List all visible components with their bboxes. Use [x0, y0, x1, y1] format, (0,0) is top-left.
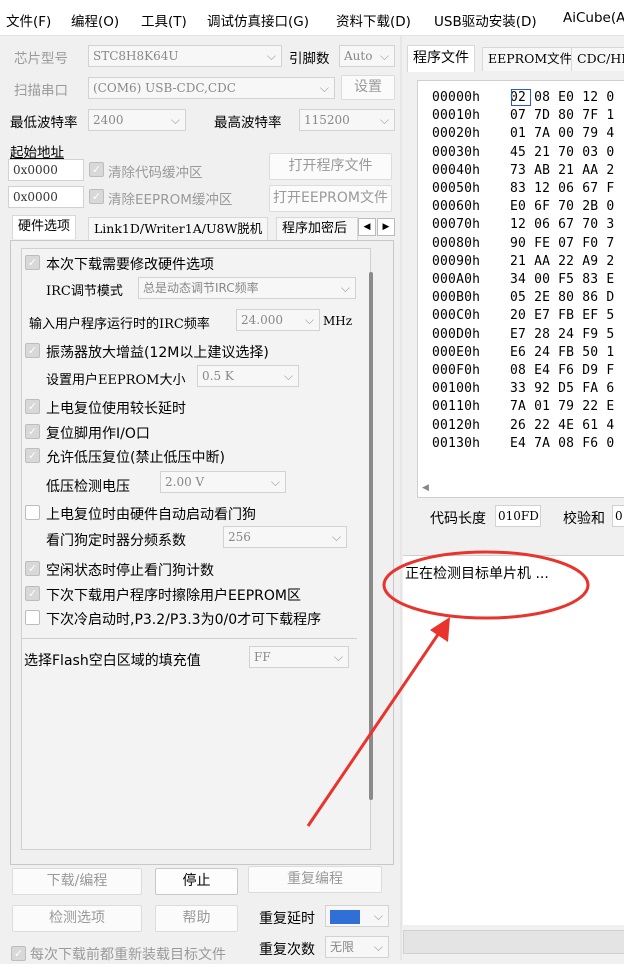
annotation-overlay [306, 550, 590, 827]
annotation-ellipse [382, 550, 590, 620]
annotation-arrowhead [430, 617, 450, 642]
annotation-arrow [306, 629, 443, 827]
